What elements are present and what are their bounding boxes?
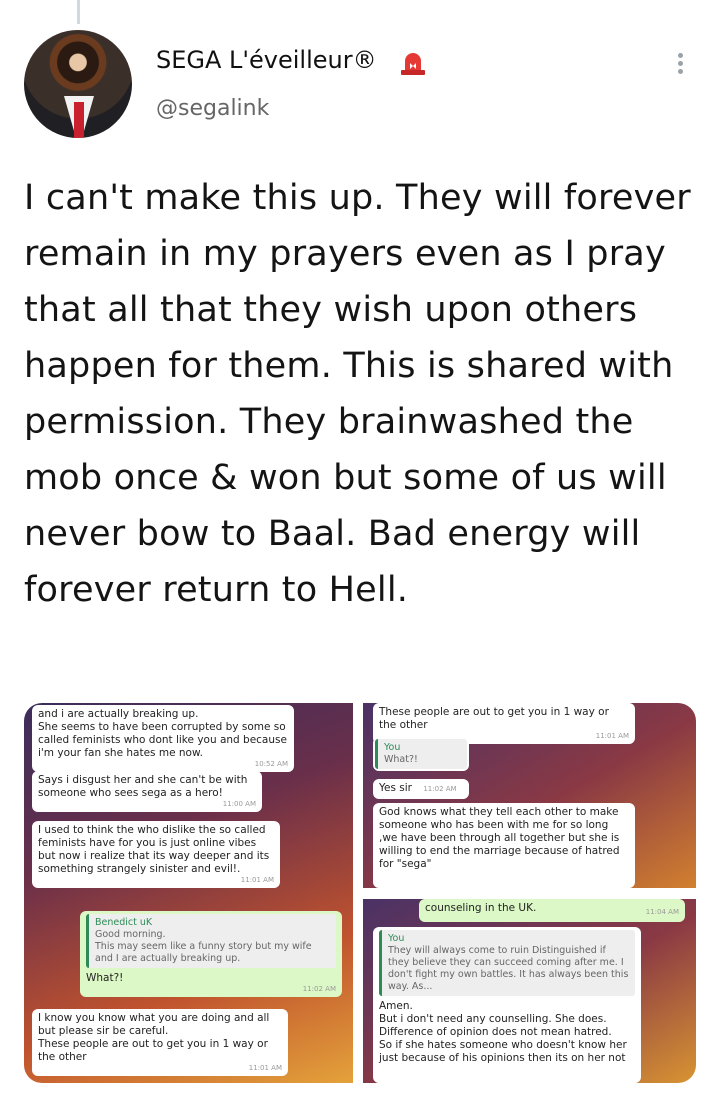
author-handle[interactable]: @segalink — [156, 96, 269, 121]
chat-message: Amen. But i don't need any counselling. … — [379, 1000, 627, 1064]
chat-message: Says i disgust her and she can't be with… — [38, 774, 248, 799]
quoted-author: Benedict uK — [95, 917, 153, 928]
chat-message: counseling in the UK. — [425, 902, 537, 914]
chat-time: 11:02 AM — [302, 985, 336, 993]
quoted-text: Good morning. This may seem like a funny… — [95, 929, 312, 964]
quoted-author: You — [384, 742, 401, 753]
chat-message: These people are out to get you in 1 way… — [379, 706, 609, 731]
chat-message: I know you know what you are doing and a… — [38, 1012, 270, 1063]
chat-time: 11:01 AM — [240, 876, 274, 884]
quoted-message: Benedict uK Good morning. This may seem … — [86, 914, 336, 968]
media-image-1[interactable]: and i are actually breaking up. She seem… — [24, 703, 353, 1083]
chat-message: What?! — [86, 972, 124, 984]
chat-time: 11:04 AM — [645, 908, 679, 916]
chat-message: I used to think the who dislike the so c… — [38, 824, 270, 875]
quoted-author: You — [388, 933, 405, 944]
media-image-3[interactable]: counseling in the UK. 11:04 AM You They … — [363, 899, 696, 1083]
chat-time: 11:01 AM — [248, 1064, 282, 1072]
chat-time: 10:52 AM — [254, 760, 288, 768]
chat-message: Yes sir — [379, 782, 412, 794]
avatar-tie — [74, 102, 84, 138]
quoted-text: They will always come to ruin Distinguis… — [388, 945, 629, 992]
quoted-message: You What?! — [375, 739, 467, 769]
chat-message: and i are actually breaking up. She seem… — [38, 708, 287, 759]
avatar[interactable] — [24, 30, 132, 138]
author-display-name[interactable]: SEGA L'éveilleur® — [156, 46, 377, 74]
media-image-2[interactable]: These people are out to get you in 1 way… — [363, 703, 696, 888]
more-options-icon[interactable] — [670, 50, 690, 80]
thread-connector-line — [77, 0, 80, 24]
tweet-media-grid[interactable]: and i are actually breaking up. She seem… — [24, 703, 696, 1083]
quoted-message: You They will always come to ruin Distin… — [379, 930, 635, 996]
chat-time: 11:00 AM — [222, 800, 256, 808]
police-light-icon — [401, 53, 425, 75]
tweet-body: I can't make this up. They will forever … — [24, 178, 691, 610]
quoted-text: What?! — [384, 754, 418, 765]
chat-time: 11:02 AM — [423, 785, 457, 793]
chat-message: God knows what they tell each other to m… — [379, 806, 620, 870]
